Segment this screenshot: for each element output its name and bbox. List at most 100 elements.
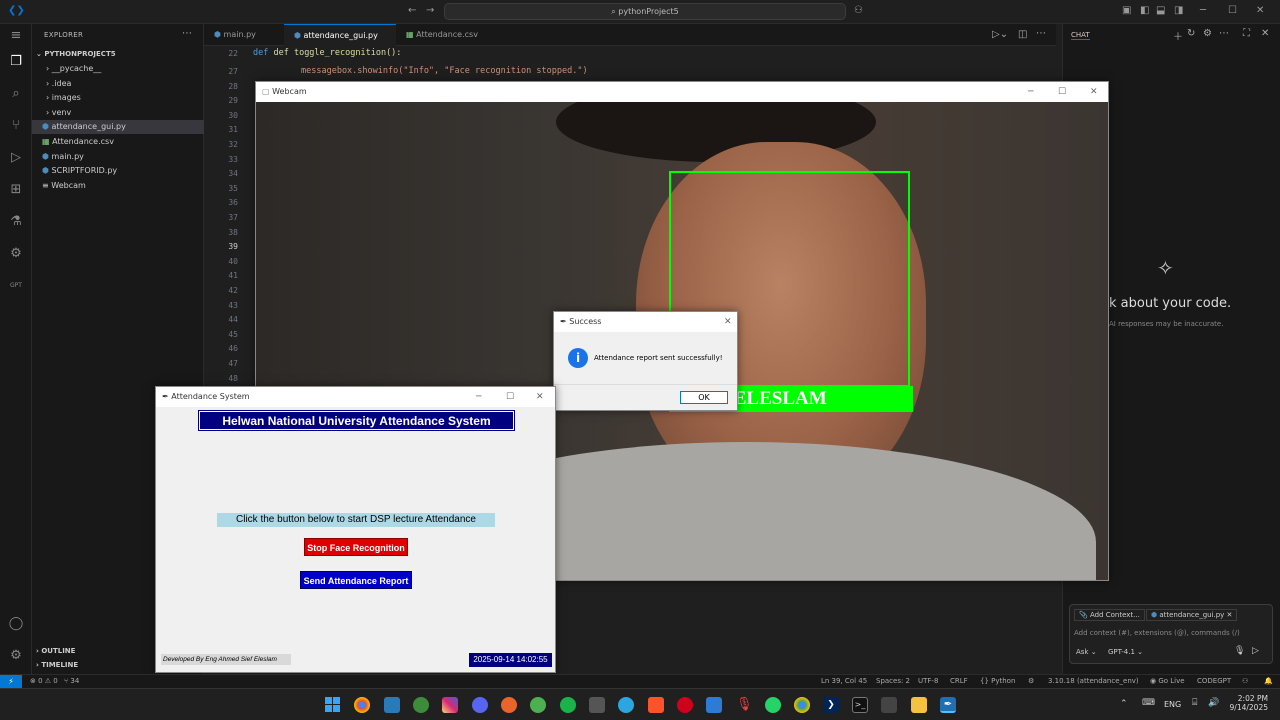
toggle-panel-icon[interactable]: ⬓ [1156, 5, 1165, 16]
indentation-status[interactable]: Spaces: 2 [876, 677, 910, 685]
webcam-maximize-icon[interactable]: ☐ [1058, 82, 1066, 102]
xbox-icon[interactable] [530, 697, 546, 713]
tab-attendance-gui[interactable]: ⬢ attendance_gui.py ✕ [284, 24, 396, 62]
manage-gear-icon[interactable]: ⚙ [6, 646, 26, 666]
search-icon[interactable]: ⌕ [6, 84, 26, 104]
explorer-item[interactable]: › images [32, 91, 204, 105]
back-arrow-icon[interactable]: ← [408, 5, 416, 16]
extensions-icon[interactable]: ⊞ [6, 180, 26, 200]
stop-recognition-button[interactable]: Stop Face Recognition [304, 538, 408, 556]
interpreter-status[interactable]: 3.10.18 (attendance_env) [1048, 677, 1139, 685]
explorer-item[interactable]: ⬢ SCRIPTFORID.py [32, 164, 204, 178]
chat-input-box[interactable]: 📎 Add Context... ⬢ attendance_gui.py ✕ A… [1069, 604, 1273, 664]
account-icon[interactable]: ◯ [6, 614, 26, 634]
discord-icon[interactable] [472, 697, 488, 713]
project-folder[interactable]: ⌄ PYTHONPROJECT5 [32, 47, 204, 61]
app-icon[interactable] [618, 697, 634, 713]
webcam-minimize-icon[interactable]: ─ [1028, 82, 1033, 102]
keyboard-icon[interactable]: ⌨ [1142, 698, 1155, 708]
maximize-icon[interactable]: ☐ [1228, 5, 1237, 16]
editor-more-icon[interactable]: ⋯ [1036, 28, 1046, 39]
explorer-item[interactable]: ⬢ attendance_gui.py [32, 120, 204, 135]
command-search-input[interactable]: ⌕ pythonProject5 [444, 3, 846, 20]
send-report-button[interactable]: Send Attendance Report [300, 571, 412, 589]
codegpt-status[interactable]: CODEGPT [1197, 677, 1231, 685]
start-button[interactable] [325, 697, 340, 712]
language-indicator[interactable]: ENG [1164, 700, 1181, 709]
whatsapp-icon[interactable] [765, 697, 781, 713]
run-icon[interactable]: ▷⌄ [992, 29, 1008, 40]
codegpt-icon[interactable]: GPT [6, 276, 26, 296]
remote-icon[interactable]: ⚡ [0, 675, 22, 688]
instagram-icon[interactable] [442, 697, 458, 713]
toggle-sidebar-icon[interactable]: ◧ [1140, 5, 1149, 16]
more-actions-icon[interactable]: ⋯ [182, 28, 192, 39]
tab-attendance-csv[interactable]: ▦ Attendance.csv [396, 24, 492, 46]
app-icon[interactable] [589, 697, 605, 713]
maximize-chat-icon[interactable]: ⛶ [1243, 28, 1250, 39]
new-chat-icon[interactable]: ＋ [1173, 28, 1183, 43]
source-control-icon[interactable]: ⑂ [6, 116, 26, 136]
testing-icon[interactable]: ⚗ [6, 212, 26, 232]
app-icon[interactable] [501, 697, 517, 713]
tray-chevron-icon[interactable]: ⌃ [1120, 699, 1128, 709]
layout-icon[interactable]: ▣ [1122, 5, 1131, 16]
send-icon[interactable]: ▷ [1252, 646, 1259, 656]
clock[interactable]: 2:02 PM 9/14/2025 [1226, 694, 1268, 712]
file-explorer-icon[interactable] [911, 697, 927, 713]
mic-icon[interactable]: 🎙 [1234, 646, 1245, 656]
attendance-maximize-icon[interactable]: ☐ [506, 387, 514, 407]
language-status[interactable]: {} Python [980, 677, 1015, 685]
terminal-icon[interactable]: >_ [852, 697, 868, 713]
chrome-icon[interactable] [354, 697, 370, 713]
eol-status[interactable]: CRLF [950, 677, 968, 685]
chrome-icon[interactable] [794, 697, 810, 713]
powershell-icon[interactable]: ❯ [823, 697, 839, 713]
toggle-secondary-icon[interactable]: ◨ [1174, 5, 1183, 16]
app-icon[interactable] [881, 697, 897, 713]
file-chip[interactable]: ⬢ attendance_gui.py ✕ [1146, 609, 1238, 621]
run-debug-icon[interactable]: ▷ [6, 148, 26, 168]
brave-icon[interactable] [648, 697, 664, 713]
ports-status[interactable]: ⑂ 34 [64, 677, 79, 685]
problems-status[interactable]: ⊗ 0 ⚠ 0 [30, 677, 58, 685]
settings-gear-icon[interactable]: ⚙ [6, 244, 26, 264]
model-select[interactable]: GPT-4.1 ⌄ [1108, 648, 1143, 656]
monitor-app-icon[interactable] [384, 697, 400, 713]
ok-button[interactable]: OK [680, 391, 728, 404]
close-chat-icon[interactable]: ✕ [1261, 28, 1269, 39]
webcam-close-icon[interactable]: ✕ [1090, 82, 1098, 102]
explorer-item[interactable]: ≡ Webcam [32, 179, 204, 193]
forward-arrow-icon[interactable]: → [426, 5, 434, 16]
go-live-status[interactable]: ◉ Go Live [1150, 677, 1185, 685]
success-close-icon[interactable]: ✕ [724, 312, 732, 332]
attendance-minimize-icon[interactable]: ─ [476, 387, 481, 407]
app-icon[interactable] [560, 697, 576, 713]
explorer-item[interactable]: › __pycache__ [32, 62, 204, 76]
copilot-status-icon[interactable]: ⚇ [1242, 677, 1248, 685]
mode-select[interactable]: Ask ⌄ [1076, 648, 1097, 656]
volume-icon[interactable]: 🔊 [1208, 698, 1219, 708]
microphone-icon[interactable]: 🎙 [736, 697, 753, 713]
menu-icon[interactable]: ≡ [6, 26, 26, 46]
minimize-icon[interactable]: ─ [1200, 5, 1206, 16]
add-context-button[interactable]: 📎 Add Context... [1074, 609, 1145, 621]
copilot-icon[interactable]: ⚇ [854, 5, 863, 16]
explorer-item[interactable]: ▦ Attendance.csv [32, 135, 204, 149]
explorer-item[interactable]: › venv [32, 106, 204, 120]
chat-more-icon[interactable]: ⋯ [1219, 28, 1229, 39]
tab-main-py[interactable]: ⬢ main.py [204, 24, 284, 46]
notifications-icon[interactable]: 🔔 [1264, 677, 1273, 685]
chat-settings-icon[interactable]: ⚙ [1203, 28, 1212, 39]
network-icon[interactable]: ⌸ [1192, 698, 1197, 708]
explorer-item[interactable]: › .idea [32, 77, 204, 91]
explorer-item[interactable]: ⬢ main.py [32, 150, 204, 164]
python-idle-icon[interactable]: ✒ [940, 697, 956, 713]
app-icon[interactable] [677, 697, 693, 713]
split-editor-icon[interactable]: ◫ [1018, 29, 1027, 40]
cursor-position[interactable]: Ln 39, Col 45 [821, 677, 867, 685]
history-icon[interactable]: ↻ [1187, 28, 1195, 39]
explorer-icon[interactable]: ❐ [6, 52, 26, 72]
attendance-close-icon[interactable]: ✕ [536, 387, 544, 407]
vscode-taskbar-icon[interactable] [706, 697, 722, 713]
